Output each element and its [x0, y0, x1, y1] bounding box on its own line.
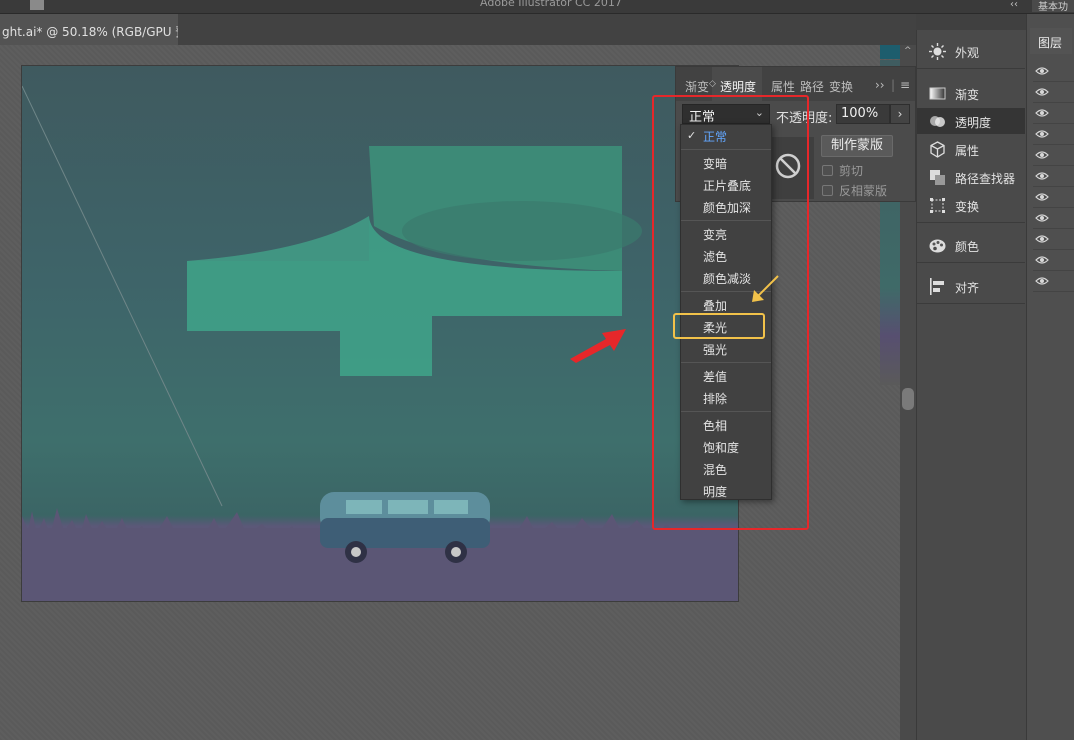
panel-pathfinder[interactable]: 路径查找器 — [917, 164, 1025, 190]
panel-expand-icon[interactable]: ›› — [875, 78, 885, 92]
panel-label: 路径查找器 — [955, 172, 1016, 186]
yellow-arrow-annotation — [752, 275, 779, 302]
align-icon — [930, 278, 944, 295]
layer-row-divider — [1033, 207, 1074, 208]
visibility-eye-icon[interactable] — [1035, 108, 1049, 118]
visibility-eye-icon[interactable] — [1035, 66, 1049, 76]
panel-label: 属性 — [955, 144, 980, 158]
scrollbar-thumb[interactable] — [902, 388, 914, 410]
tab-path[interactable]: 路径 — [800, 78, 824, 95]
panel-label: 外观 — [955, 46, 980, 60]
document-tab[interactable]: ght.ai* @ 50.18% (RGB/GPU 预览) — [0, 14, 178, 45]
tab-transform[interactable]: 变换 — [829, 78, 853, 95]
transparency-icon — [930, 116, 945, 127]
visibility-eye-icon[interactable] — [1035, 171, 1049, 181]
layer-row-divider — [1033, 186, 1074, 187]
panel-align[interactable]: 对齐 — [917, 273, 1025, 299]
clip-label: 剪切 — [839, 164, 864, 178]
visibility-eye-icon[interactable] — [1035, 234, 1049, 244]
layer-row-divider — [1033, 291, 1074, 292]
tab-sort-icon: ◇ — [709, 79, 716, 89]
layer-row-divider — [1033, 270, 1074, 271]
panel-gradient[interactable]: 渐变 — [917, 80, 1025, 106]
tab-attributes[interactable]: 属性 — [771, 78, 795, 95]
panel-label: 颜色 — [955, 240, 980, 254]
app-title-bar: Adobe Illustrator CC 2017 ‹‹ 基本功 — [0, 0, 1074, 14]
app-title: Adobe Illustrator CC 2017 — [480, 0, 622, 9]
layer-row-divider — [1033, 228, 1074, 229]
panel-transparency[interactable]: 透明度 — [917, 108, 1025, 134]
visibility-eye-icon[interactable] — [1035, 192, 1049, 202]
panel-label: 渐变 — [955, 88, 980, 102]
layers-panel: 图层 — [1026, 14, 1074, 740]
red-annotation-box — [652, 95, 809, 530]
gradient-icon — [929, 87, 946, 100]
panels-column: 外观 渐变 透明度 属性 路径查找器 变换 颜色 对齐 — [916, 30, 1026, 740]
layer-row-divider — [1033, 102, 1074, 103]
invert-mask-checkbox-box[interactable] — [822, 185, 833, 196]
panel-separator — [917, 262, 1025, 263]
appearance-icon — [929, 43, 946, 60]
attributes-icon — [930, 141, 945, 158]
color-palette-icon — [929, 239, 946, 253]
visibility-eye-icon[interactable] — [1035, 129, 1049, 139]
panel-separator — [917, 222, 1025, 223]
visibility-eye-icon[interactable] — [1035, 87, 1049, 97]
visibility-eye-icon[interactable] — [1035, 213, 1049, 223]
panels-column-header — [916, 14, 1026, 30]
panel-divider: | — [891, 78, 896, 92]
panel-label: 透明度 — [955, 116, 992, 130]
make-mask-button[interactable]: 制作蒙版 — [821, 135, 893, 157]
panel-transform[interactable]: 变换 — [917, 192, 1025, 218]
transform-icon — [930, 198, 945, 213]
scroll-up-icon[interactable]: ^ — [904, 46, 912, 56]
invert-mask-label: 反相蒙版 — [839, 184, 888, 198]
panel-label: 变换 — [955, 200, 980, 214]
invert-mask-checkbox[interactable]: 反相蒙版 — [822, 182, 887, 199]
layer-row-divider — [1033, 81, 1074, 82]
panel-color[interactable]: 颜色 — [917, 232, 1025, 258]
artboard[interactable] — [21, 65, 739, 602]
visibility-eye-icon[interactable] — [1035, 255, 1049, 265]
collapse-panels-icon[interactable]: ‹‹ — [1010, 0, 1018, 10]
layer-row-divider — [1033, 144, 1074, 145]
window-layout-icon[interactable] — [30, 0, 44, 10]
layer-row-divider — [1033, 165, 1074, 166]
panel-appearance[interactable]: 外观 — [917, 38, 1025, 64]
panel-label: 对齐 — [955, 281, 980, 295]
tab-layers[interactable]: 图层 — [1030, 28, 1072, 54]
clip-checkbox-box[interactable] — [822, 165, 833, 176]
layer-row-divider — [1033, 123, 1074, 124]
pathfinder-icon — [930, 170, 945, 185]
visibility-eye-icon[interactable] — [1035, 150, 1049, 160]
van-illustration — [320, 492, 490, 563]
opacity-input[interactable]: 100% — [836, 104, 890, 124]
workspace-switcher[interactable]: 基本功 — [1032, 0, 1074, 13]
clip-checkbox[interactable]: 剪切 — [822, 162, 863, 179]
tab-gradient[interactable]: 渐变 — [685, 78, 709, 95]
panel-attributes[interactable]: 属性 — [917, 136, 1025, 162]
panel-menu-icon[interactable]: ≡ — [900, 78, 910, 92]
panel-separator — [917, 303, 1025, 304]
visibility-eye-icon[interactable] — [1035, 276, 1049, 286]
panel-separator — [917, 68, 1025, 69]
color-swatch — [880, 45, 900, 59]
red-arrow-annotation — [570, 329, 626, 363]
opacity-slider-toggle[interactable]: › — [890, 104, 910, 124]
tab-transparency[interactable]: 透明度 — [720, 78, 756, 95]
layer-row-divider — [1033, 249, 1074, 250]
